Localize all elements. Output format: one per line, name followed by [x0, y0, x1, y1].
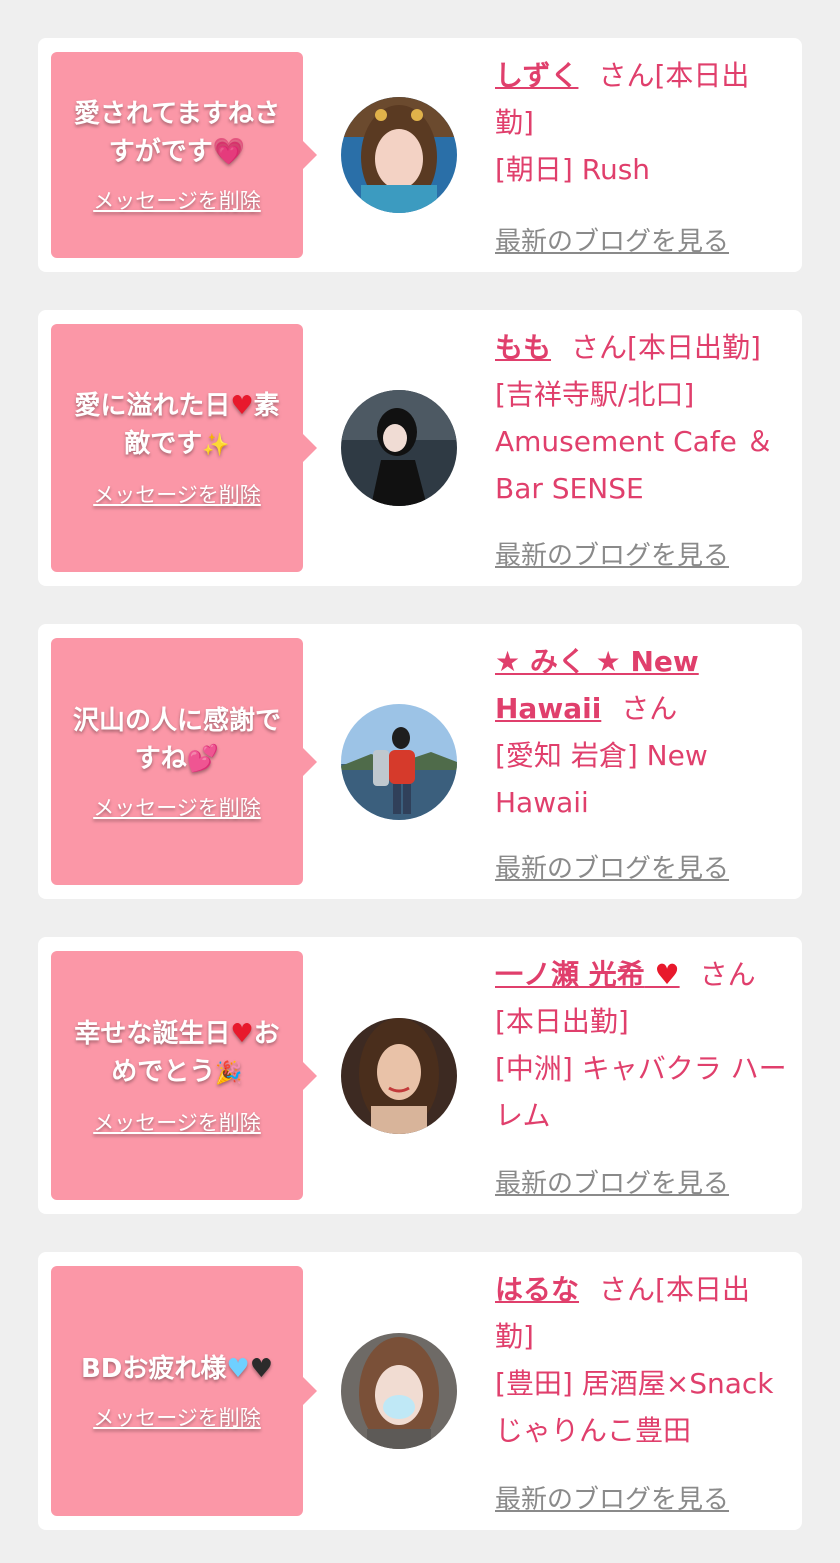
message-card: BDお疲れ様♥♥ メッセージを削除 はるな さん[本日出勤] [豊田] 居酒屋×S… [38, 1252, 802, 1530]
work-status: [本日出勤] [495, 1005, 629, 1038]
cast-name-line: もも さん[本日出勤] [495, 324, 788, 371]
red-heart-icon: ♥ [230, 1018, 254, 1049]
honorific: さん [621, 692, 678, 725]
message-bubble: 沢山の人に感謝ですね💕 メッセージを削除 [51, 638, 317, 885]
cast-name-link[interactable]: 一ノ瀬 光希 ♥ [495, 958, 680, 991]
shop-label: [吉祥寺駅/北口] Amusement Cafe ＆Bar SENSE [495, 378, 774, 505]
message-text: 愛されてますねさすがです💗 [51, 95, 303, 171]
cast-name-link[interactable]: しずく [495, 59, 578, 92]
message-body: 沢山の人に感謝ですね [72, 705, 281, 774]
shop-label: [愛知 岩倉] New Hawaii [495, 739, 708, 819]
cast-name-link[interactable]: はるな [495, 1273, 579, 1306]
message-body: 愛に溢れた日 [74, 391, 231, 421]
latest-blog-link[interactable]: 最新のブログを見る [495, 1479, 729, 1516]
cast-name-line: 一ノ瀬 光希 ♥ さん [495, 951, 788, 998]
honorific: さん [699, 958, 756, 991]
delete-message-link[interactable]: メッセージを削除 [93, 792, 261, 822]
message-body: BDお疲れ様 [80, 1354, 227, 1384]
cast-info: しずく さん[本日出勤] [朝日] Rush [495, 52, 788, 193]
honorific: さん [599, 1273, 656, 1306]
sparkle-icon: ✨ [202, 433, 230, 458]
cast-name-line: はるな さん[本日出勤] [495, 1266, 788, 1360]
red-heart-icon: ♥ [230, 391, 254, 421]
honorific: さん [571, 331, 628, 364]
cast-info: 一ノ瀬 光希 ♥ さん [本日出勤] [中洲] キャバクラ ハーレム [495, 951, 788, 1139]
cast-name-text: 一ノ瀬 光希 [495, 958, 645, 991]
message-text: BDお疲れ様♥♥ [69, 1350, 285, 1388]
delete-message-link[interactable]: メッセージを削除 [93, 1107, 261, 1137]
two-hearts-icon: 💕 [186, 743, 220, 774]
avatar[interactable] [341, 1017, 457, 1134]
avatar[interactable] [341, 1333, 457, 1449]
message-body: 幸せな誕生日 [74, 1018, 231, 1049]
pink-heart-icon: 💗 [212, 137, 246, 167]
message-bubble: 幸せな誕生日♥おめでとう🎉 メッセージを削除 [51, 951, 317, 1200]
red-heart-icon: ♥ [654, 958, 680, 991]
latest-blog-link[interactable]: 最新のブログを見る [495, 221, 729, 258]
black-heart-icon: ♥ [249, 1354, 274, 1384]
message-card: 愛に溢れた日♥素敵です✨ メッセージを削除 もも さん[本日出勤] [吉祥寺駅/北… [38, 310, 802, 586]
shop-label: [中洲] キャバクラ ハーレム [495, 1052, 787, 1132]
avatar[interactable] [341, 97, 457, 213]
message-bubble: BDお疲れ様♥♥ メッセージを削除 [51, 1266, 317, 1516]
message-text: 幸せな誕生日♥おめでとう🎉 [51, 1015, 303, 1093]
message-bubble: 愛に溢れた日♥素敵です✨ メッセージを削除 [51, 324, 317, 572]
latest-blog-link[interactable]: 最新のブログを見る [495, 535, 729, 572]
latest-blog-link[interactable]: 最新のブログを見る [495, 848, 729, 885]
blue-heart-icon: ♥ [226, 1354, 250, 1384]
message-text: 愛に溢れた日♥素敵です✨ [51, 387, 303, 465]
avatar[interactable] [341, 703, 457, 820]
message-card: 愛されてますねさすがです💗 メッセージを削除 しずく さん[本日出勤] [朝日] … [38, 38, 802, 272]
message-body: 愛されてますねさすがです [74, 99, 280, 167]
delete-message-link[interactable]: メッセージを削除 [93, 479, 261, 509]
message-card: 沢山の人に感謝ですね💕 メッセージを削除 ★ みく ★ New Hawaii さん… [38, 624, 802, 899]
delete-message-link[interactable]: メッセージを削除 [93, 185, 261, 215]
cast-name-line: しずく さん[本日出勤] [495, 52, 788, 146]
work-status: [本日出勤] [627, 331, 761, 364]
cast-info: もも さん[本日出勤] [吉祥寺駅/北口] Amusement Cafe ＆Bar… [495, 324, 788, 512]
shop-label: [豊田] 居酒屋×Snack じゃりんこ豊田 [495, 1367, 774, 1447]
latest-blog-link[interactable]: 最新のブログを見る [495, 1163, 729, 1200]
cast-info: ★ みく ★ New Hawaii さん [愛知 岩倉] New Hawaii [495, 638, 788, 826]
message-card: 幸せな誕生日♥おめでとう🎉 メッセージを削除 一ノ瀬 光希 ♥ さん [本日出勤]… [38, 937, 802, 1214]
party-popper-icon: 🎉 [215, 1060, 243, 1086]
cast-info: はるな さん[本日出勤] [豊田] 居酒屋×Snack じゃりんこ豊田 [495, 1266, 788, 1454]
message-list: 愛されてますねさすがです💗 メッセージを削除 しずく さん[本日出勤] [朝日] … [0, 0, 840, 1530]
cast-name-line: ★ みく ★ New Hawaii さん [495, 638, 788, 732]
shop-label: [朝日] Rush [495, 153, 651, 186]
message-text: 沢山の人に感謝ですね💕 [51, 702, 303, 778]
message-bubble: 愛されてますねさすがです💗 メッセージを削除 [51, 52, 317, 258]
cast-name-link[interactable]: もも [495, 331, 551, 364]
avatar[interactable] [341, 390, 457, 506]
delete-message-link[interactable]: メッセージを削除 [93, 1402, 261, 1432]
honorific: さん [598, 59, 655, 92]
